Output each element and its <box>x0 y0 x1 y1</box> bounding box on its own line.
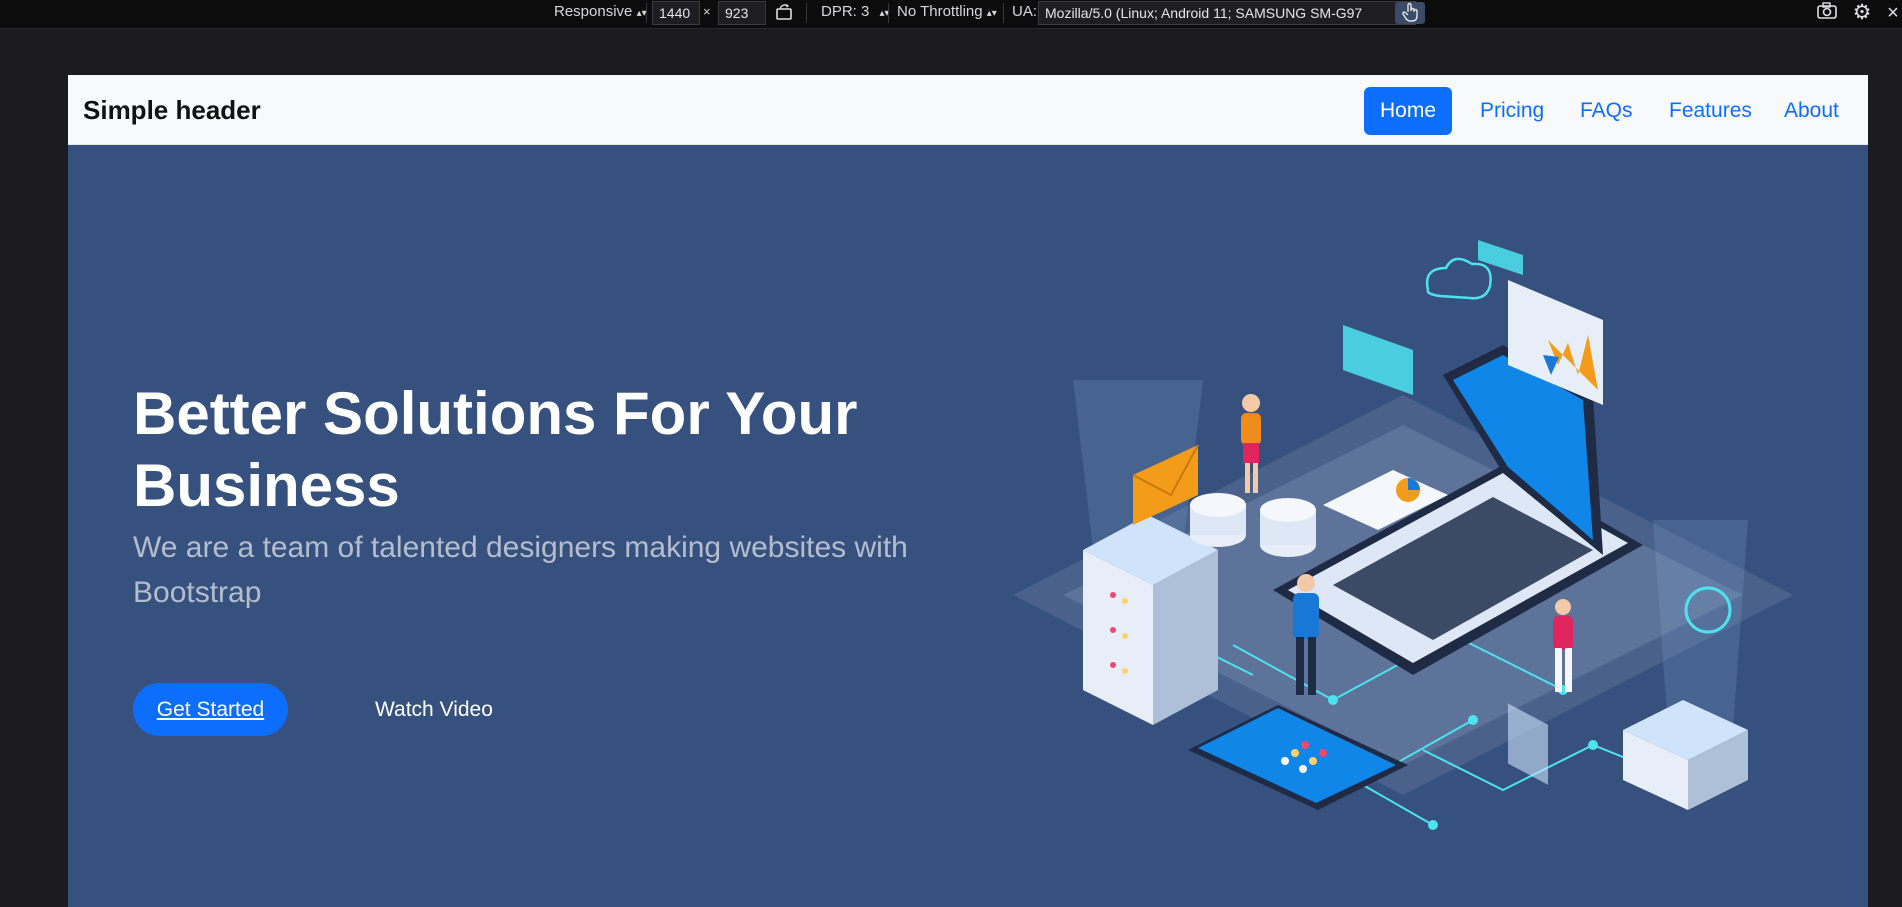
nav-about[interactable]: About <box>1768 87 1855 135</box>
viewport-height-input[interactable]: 923 <box>718 1 766 25</box>
toolbar-separator <box>806 3 807 23</box>
close-icon[interactable]: × <box>1884 2 1902 24</box>
get-started-button[interactable]: Get Started <box>133 683 288 736</box>
user-agent-input[interactable]: Mozilla/5.0 (Linux; Android 11; SAMSUNG … <box>1038 1 1416 25</box>
hero-title-line1: Better Solutions For Your <box>133 380 858 447</box>
devtools-toolbar: Responsive ▴▾ 1440 × 923 DPR: 3 ▴▾ No Th… <box>0 0 1902 29</box>
dpr-label: DPR: 3 <box>821 3 870 20</box>
responsive-mode-label: Responsive <box>554 3 633 20</box>
throttling-label: No Throttling <box>897 3 983 20</box>
hero-subtitle-line1: We are a team of talented designers maki… <box>133 531 908 564</box>
responsive-mode-select[interactable]: Responsive ▴▾ <box>554 0 647 28</box>
nav-features[interactable]: Features <box>1653 87 1768 135</box>
ua-label: UA: <box>1012 3 1038 20</box>
viewport-width-input[interactable]: 1440 <box>652 1 700 25</box>
nav-faqs[interactable]: FAQs <box>1564 87 1649 135</box>
brand-title[interactable]: Simple header <box>83 95 261 126</box>
touch-icon[interactable] <box>1395 2 1425 24</box>
rotate-icon[interactable] <box>772 2 796 24</box>
hero-illustration <box>1013 240 1793 830</box>
dpr-select[interactable]: DPR: 3 ▴▾ <box>821 0 890 28</box>
dimension-separator: × <box>703 4 711 19</box>
gear-icon[interactable]: ⚙ <box>1850 2 1874 24</box>
watch-video-button[interactable]: Watch Video <box>375 683 493 736</box>
page-viewport: Simple header Home Pricing FAQs Features… <box>68 75 1868 907</box>
hero-subtitle: We are a team of talented designers maki… <box>133 525 993 615</box>
camera-icon[interactable] <box>1815 2 1839 24</box>
server-rack-left <box>1083 515 1218 725</box>
hero-title-line2: Business <box>133 452 400 519</box>
hero-subtitle-line2: Bootstrap <box>133 576 262 609</box>
hero-title: Better Solutions For Your Business <box>133 378 893 522</box>
cloud-icon <box>1425 257 1492 300</box>
toolbar-separator <box>1003 3 1004 23</box>
nav-home[interactable]: Home <box>1364 87 1453 135</box>
nav-pricing[interactable]: Pricing <box>1464 87 1560 135</box>
select-arrows-icon: ▴▾ <box>986 8 997 19</box>
light-beam <box>1653 520 1748 730</box>
throttling-select[interactable]: No Throttling ▴▾ <box>897 0 997 28</box>
toolbar-separator <box>646 3 647 23</box>
toolbar-separator <box>888 3 889 23</box>
navbar: Simple header Home Pricing FAQs Features… <box>68 75 1868 145</box>
